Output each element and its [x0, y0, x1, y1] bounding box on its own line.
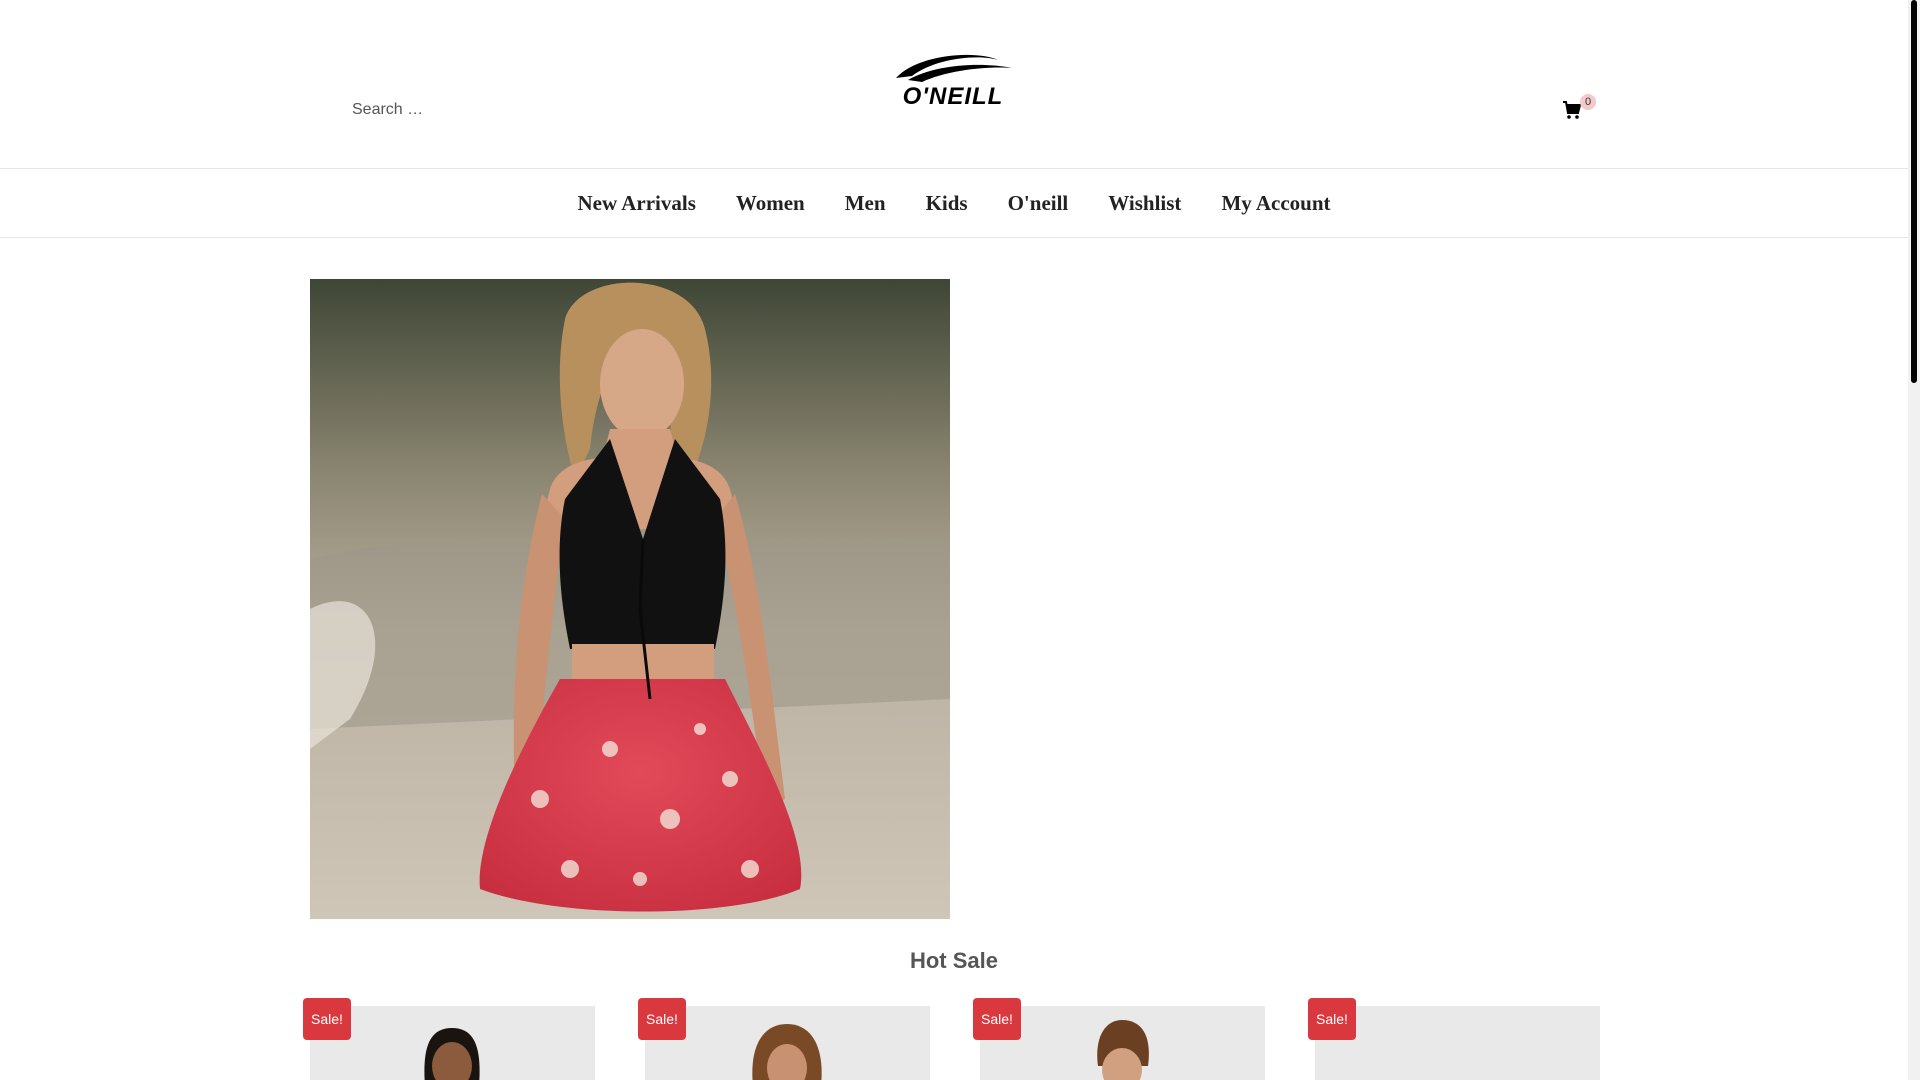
- hero-photo: [310, 279, 950, 919]
- product-card[interactable]: [980, 1006, 1265, 1080]
- hero-image[interactable]: [310, 279, 950, 919]
- site-logo[interactable]: O'NEILL: [878, 50, 1028, 110]
- sale-badge: Sale!: [303, 998, 351, 1040]
- nav-item-oneill[interactable]: O'neill: [1008, 191, 1069, 216]
- page: O'NEILL 0 New Arrivals Women Men Kids O'…: [0, 0, 1908, 1080]
- nav-list: New Arrivals Women Men Kids O'neill Wish…: [0, 169, 1908, 237]
- product-card[interactable]: [1315, 1006, 1600, 1080]
- nav-item-women[interactable]: Women: [736, 191, 805, 216]
- nav-item-my-account[interactable]: My Account: [1221, 191, 1330, 216]
- main-nav: New Arrivals Women Men Kids O'neill Wish…: [0, 169, 1908, 238]
- product-card[interactable]: [645, 1006, 930, 1080]
- search-input[interactable]: [350, 96, 650, 124]
- nav-item-new-arrivals[interactable]: New Arrivals: [577, 191, 695, 216]
- cart-icon: [1563, 101, 1582, 119]
- wave-logo-icon: [896, 54, 1012, 82]
- cart-button[interactable]: 0: [1562, 94, 1598, 122]
- product-thumbnail: [424, 1028, 480, 1080]
- scrollbar-thumb[interactable]: [1911, 0, 1917, 383]
- product-thumbnail: [752, 1024, 822, 1080]
- nav-item-wishlist[interactable]: Wishlist: [1108, 191, 1181, 216]
- nav-item-men[interactable]: Men: [845, 191, 886, 216]
- nav-item-kids[interactable]: Kids: [926, 191, 968, 216]
- site-header: O'NEILL 0: [0, 0, 1908, 169]
- sale-badge: Sale!: [638, 998, 686, 1040]
- page-scrollbar[interactable]: [1908, 0, 1920, 1080]
- logo-text: O'NEILL: [902, 83, 1004, 110]
- sale-badge: Sale!: [1308, 998, 1356, 1040]
- product-card[interactable]: [310, 1006, 595, 1080]
- section-title-hot-sale: Hot Sale: [909, 948, 999, 973]
- sale-badge: Sale!: [973, 998, 1021, 1040]
- product-thumbnail: [1097, 1020, 1149, 1080]
- cart-count-badge: 0: [1580, 94, 1596, 110]
